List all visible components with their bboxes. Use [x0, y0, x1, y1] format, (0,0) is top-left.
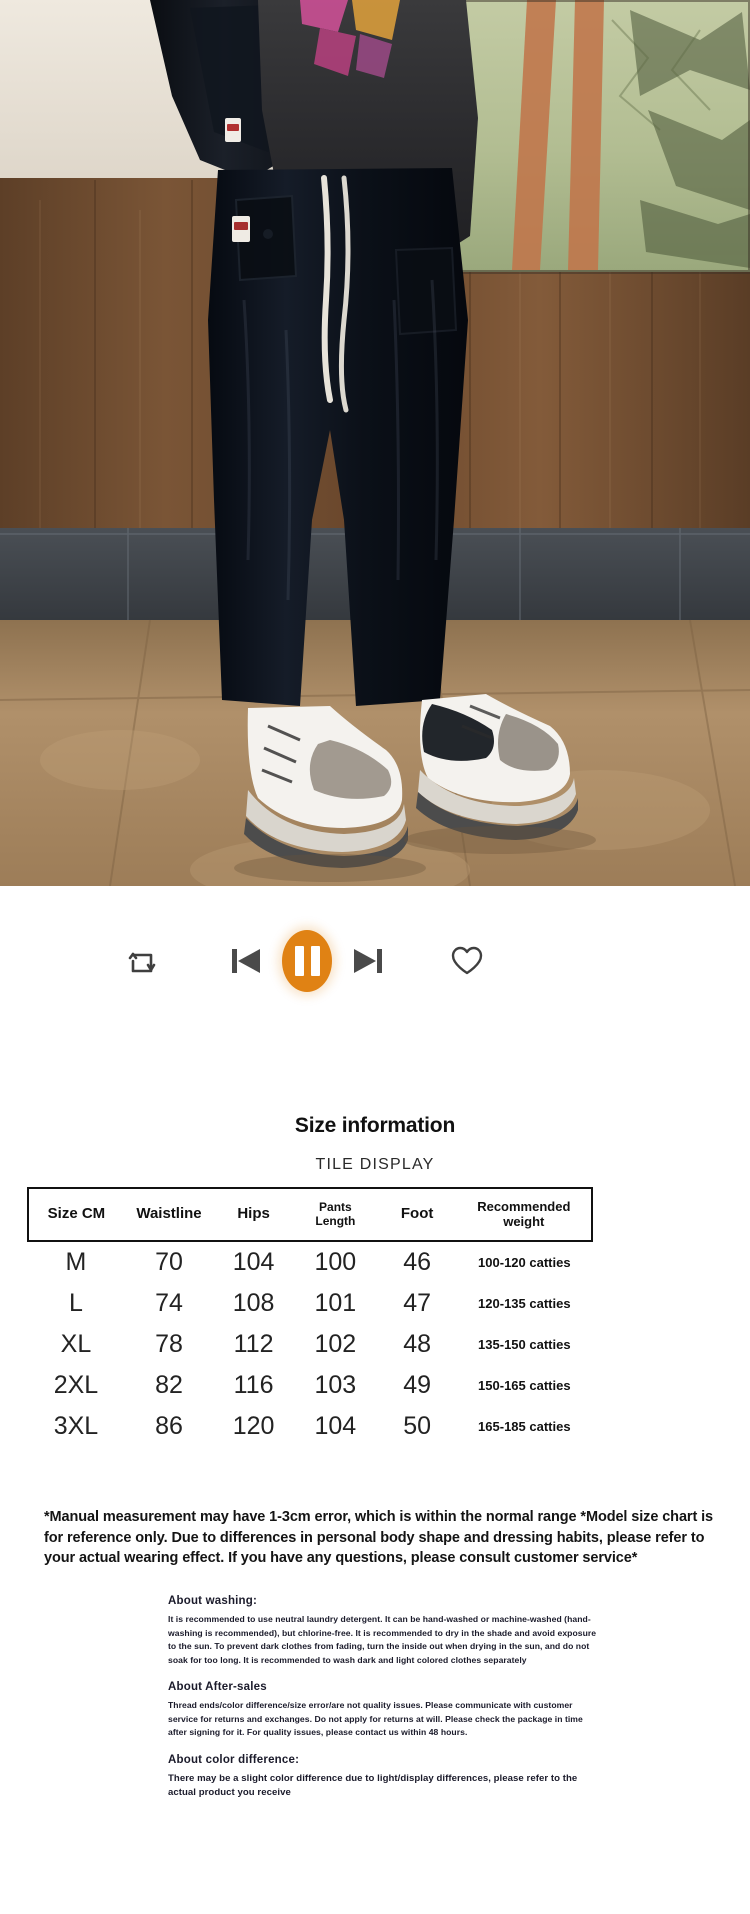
- pants-length-line2: Length: [315, 1213, 356, 1228]
- size-chart-table-wrapper: Size CM Waistline Hips Pants Length Foot…: [27, 1186, 594, 1447]
- waistline-value: 78: [155, 1330, 183, 1359]
- repeat-icon-glyph: [128, 952, 156, 973]
- column-header-waistline: Waistline: [123, 1186, 215, 1243]
- recommended-weight-value: 120-135 catties: [478, 1296, 571, 1312]
- pants-length-value: 100: [314, 1248, 357, 1277]
- table-header-row: Size CM Waistline Hips Pants Length Foot…: [27, 1186, 594, 1243]
- product-photo: [0, 0, 750, 886]
- size-value: M: [65, 1248, 87, 1277]
- recommended-weight-value: 165-185 catties: [478, 1419, 571, 1435]
- foot-value: 48: [403, 1330, 432, 1359]
- pants-length-value: 101: [314, 1289, 357, 1318]
- product-photo-illustration: [0, 0, 750, 886]
- recommended-weight-value: 150-165 catties: [478, 1378, 571, 1394]
- waistline-value: 74: [155, 1289, 183, 1318]
- table-body: M 70 104 100 46 100-120 catties L 74 108 101 47 120…: [28, 1241, 592, 1447]
- column-header-size: Size CM: [27, 1186, 124, 1243]
- about-color-difference-heading: About color difference:: [168, 1754, 300, 1767]
- heart-icon-glyph: [451, 946, 483, 975]
- about-washing-heading: About washing:: [168, 1595, 258, 1607]
- column-header-foot: Foot: [377, 1186, 457, 1243]
- pants-length-value: 102: [314, 1330, 357, 1359]
- size-value: 3XL: [53, 1412, 99, 1441]
- column-header-hips: Hips: [214, 1186, 294, 1243]
- waistline-value: 70: [155, 1248, 183, 1277]
- table-row: M 70 104 100 46 100-120 catties: [28, 1241, 592, 1283]
- table-row: 2XL 82 116 103 49 150-165 catties: [28, 1365, 592, 1406]
- waistline-value: 86: [155, 1412, 183, 1441]
- hips-value: 112: [233, 1330, 274, 1359]
- next-track-glyph: [354, 949, 382, 973]
- about-aftersales-body: Thread ends/color difference/size error/…: [168, 1700, 583, 1738]
- pause-button[interactable]: [282, 930, 332, 992]
- previous-track-icon[interactable]: [228, 941, 264, 981]
- size-chart-table: Size CM Waistline Hips Pants Length Foot…: [27, 1186, 594, 1447]
- previous-track-glyph: [232, 949, 260, 973]
- about-color-difference-body: There may be a slight color difference d…: [168, 1773, 578, 1799]
- size-subtitle: TILE DISPLAY: [315, 1156, 435, 1173]
- column-header-recommended-weight: Recommended weight: [456, 1186, 594, 1243]
- hips-value: 120: [232, 1412, 275, 1441]
- pants-length-line1: Pants: [319, 1200, 352, 1215]
- hips-value: 108: [232, 1289, 275, 1318]
- table-row: L 74 108 101 47 120-135 catties: [28, 1283, 592, 1324]
- foot-value: 49: [403, 1371, 432, 1400]
- recommended-weight-value: 135-150 catties: [478, 1337, 571, 1353]
- pants-length-value: 104: [314, 1412, 357, 1441]
- hips-value: 104: [232, 1248, 275, 1277]
- table-row: XL 78 112 102 48 135-150 catties: [28, 1324, 592, 1365]
- pants-length-value: 103: [314, 1371, 357, 1400]
- repeat-icon[interactable]: [122, 941, 162, 981]
- column-header-pants-length: Pants Length: [293, 1186, 378, 1243]
- size-information-section: Size information TILE DISPLAY: [0, 1036, 750, 1174]
- about-aftersales-heading: About After-sales: [168, 1681, 267, 1694]
- foot-value: 47: [403, 1289, 432, 1318]
- size-value: XL: [60, 1330, 92, 1359]
- media-player-controls: [0, 886, 750, 1036]
- measurement-disclaimer: *Manual measurement may have 1-3cm error…: [44, 1509, 713, 1567]
- size-value: 2XL: [53, 1371, 99, 1400]
- next-track-icon[interactable]: [350, 941, 386, 981]
- size-value: L: [68, 1289, 83, 1318]
- about-washing-body: It is recommended to use neutral laundry…: [168, 1614, 597, 1665]
- pause-icon: [282, 930, 332, 992]
- waistline-value: 82: [155, 1371, 183, 1400]
- pause-bar-right: [310, 946, 320, 976]
- recommended-weight-value: 100-120 catties: [478, 1255, 571, 1271]
- table-row: 3XL 86 120 104 50 165-185 catties: [28, 1406, 592, 1447]
- heart-icon[interactable]: [448, 942, 486, 980]
- care-instructions-section: About washing: It is recommended to use …: [168, 1595, 598, 1801]
- hips-value: 116: [233, 1371, 274, 1400]
- foot-value: 46: [403, 1248, 432, 1277]
- page-title: Size information: [294, 1114, 456, 1137]
- table-header: Size CM Waistline Hips Pants Length Foot…: [27, 1186, 594, 1243]
- foot-value: 50: [403, 1412, 432, 1441]
- pause-bar-left: [294, 946, 304, 976]
